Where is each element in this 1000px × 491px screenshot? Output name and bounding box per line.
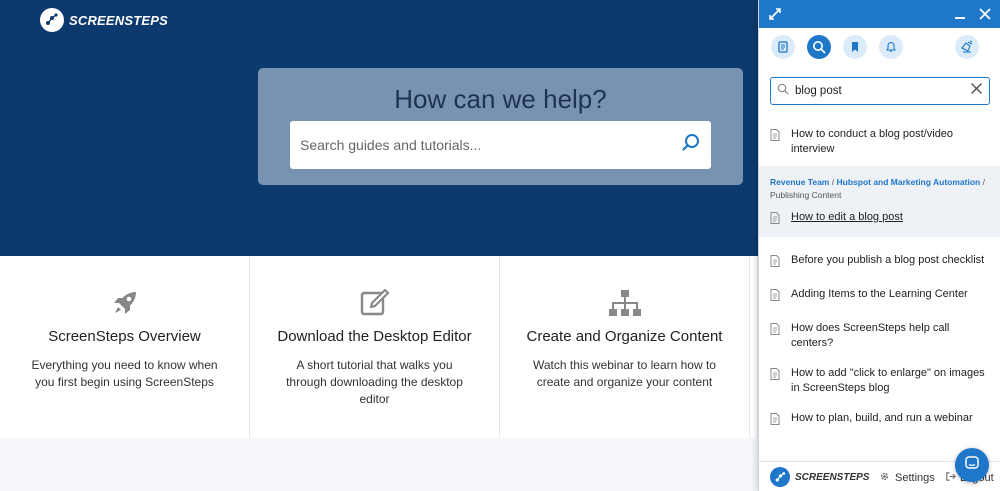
card-create-organize[interactable]: Create and Organize Content Watch this w… xyxy=(500,256,750,438)
ask-question-icon[interactable] xyxy=(955,35,979,59)
result-title: Adding Items to the Learning Center xyxy=(791,288,968,300)
help-panel: How to conduct a blog post/video intervi… xyxy=(758,0,1000,491)
search-icon[interactable] xyxy=(681,133,701,158)
footer-logo-text: SCREENSTEPS xyxy=(795,471,870,483)
edit-icon xyxy=(250,288,499,318)
gear-icon xyxy=(879,471,890,485)
breadcrumb-separator: / xyxy=(831,177,835,187)
panel-search-input[interactable] xyxy=(795,85,970,97)
help-search-box: How can we help? xyxy=(258,68,743,185)
panel-search xyxy=(770,77,990,105)
result-title: How to add "click to enlarge" on images … xyxy=(791,367,985,394)
card-desktop-editor[interactable]: Download the Desktop Editor A short tuto… xyxy=(250,256,500,438)
result-title: How to conduct a blog post/video intervi… xyxy=(791,128,954,155)
document-icon xyxy=(770,412,781,430)
logout-icon xyxy=(945,471,956,485)
settings-label: Settings xyxy=(895,472,935,484)
document-icon xyxy=(770,211,781,229)
close-icon[interactable] xyxy=(977,6,993,22)
feature-cards: ScreenSteps Overview Everything you need… xyxy=(0,256,758,438)
site-search xyxy=(290,121,711,169)
card-desc: Everything you need to know when you fir… xyxy=(31,358,218,389)
bell-icon[interactable] xyxy=(879,35,903,59)
card-desc: A short tutorial that walks you through … xyxy=(286,358,463,406)
document-icon xyxy=(770,128,781,146)
list-item[interactable]: How to plan, build, and run a webinar xyxy=(759,396,1000,430)
site-logo[interactable]: SCREENSTEPS xyxy=(40,8,168,32)
panel-nav xyxy=(759,28,1000,66)
settings-button[interactable]: Settings xyxy=(879,471,935,485)
screensteps-logo-icon xyxy=(40,8,64,32)
list-item[interactable]: How to conduct a blog post/video intervi… xyxy=(759,118,1000,157)
rocket-icon xyxy=(0,288,249,318)
document-icon xyxy=(770,367,781,385)
breadcrumb-link[interactable]: Revenue Team xyxy=(770,177,829,187)
result-group: Revenue Team / Hubspot and Marketing Aut… xyxy=(759,166,1000,237)
bookmark-icon[interactable] xyxy=(843,35,867,59)
result-title: How to edit a blog post xyxy=(791,211,903,223)
card-title: Download the Desktop Editor xyxy=(277,328,472,345)
list-item[interactable]: Adding Items to the Learning Center xyxy=(759,272,1000,306)
list-item[interactable]: How does ScreenSteps help call centers? xyxy=(759,306,1000,351)
card-title: Create and Organize Content xyxy=(526,328,723,345)
document-icon xyxy=(770,254,781,272)
minimize-icon[interactable] xyxy=(952,6,968,22)
hero-banner: SCREENSTEPS How can we help? xyxy=(0,0,758,256)
result-title: How to plan, build, and run a webinar xyxy=(791,412,973,424)
card-overview[interactable]: ScreenSteps Overview Everything you need… xyxy=(0,256,250,438)
expand-icon[interactable] xyxy=(767,6,783,22)
footer-logo: SCREENSTEPS xyxy=(770,467,869,487)
document-icon xyxy=(770,288,781,306)
search-results: How to conduct a blog post/video intervi… xyxy=(759,118,1000,430)
breadcrumb-separator: / xyxy=(982,177,985,187)
list-item[interactable]: Before you publish a blog post checklist xyxy=(759,237,1000,272)
hero-title: How can we help? xyxy=(394,84,607,114)
document-icon xyxy=(770,322,781,340)
list-item[interactable]: How to add "click to enlarge" on images … xyxy=(759,351,1000,396)
chat-launcher-button[interactable] xyxy=(955,448,989,482)
sitemap-icon xyxy=(500,288,749,318)
logo-text: SCREENSTEPS xyxy=(69,12,169,28)
list-item[interactable]: How to edit a blog post xyxy=(759,202,1000,229)
clear-search-icon[interactable] xyxy=(970,82,983,100)
result-title: Before you publish a blog post checklist xyxy=(791,254,985,266)
breadcrumb: Revenue Team / Hubspot and Marketing Aut… xyxy=(759,176,1000,202)
search-icon xyxy=(777,82,789,100)
breadcrumb-current: Publishing Content xyxy=(770,190,842,200)
help-site: SCREENSTEPS How can we help? ScreenSteps… xyxy=(0,0,758,491)
card-title: ScreenSteps Overview xyxy=(48,328,201,345)
guides-icon[interactable] xyxy=(771,35,795,59)
search-icon[interactable] xyxy=(807,35,831,59)
breadcrumb-link[interactable]: Hubspot and Marketing Automation xyxy=(837,177,981,187)
card-desc: Watch this webinar to learn how to creat… xyxy=(533,358,716,389)
card-partial xyxy=(750,256,758,438)
chat-icon xyxy=(964,455,980,476)
site-search-input[interactable] xyxy=(300,137,681,153)
screensteps-logo-icon xyxy=(770,467,790,487)
panel-header xyxy=(759,0,1000,28)
result-title: How does ScreenSteps help call centers? xyxy=(791,322,950,349)
